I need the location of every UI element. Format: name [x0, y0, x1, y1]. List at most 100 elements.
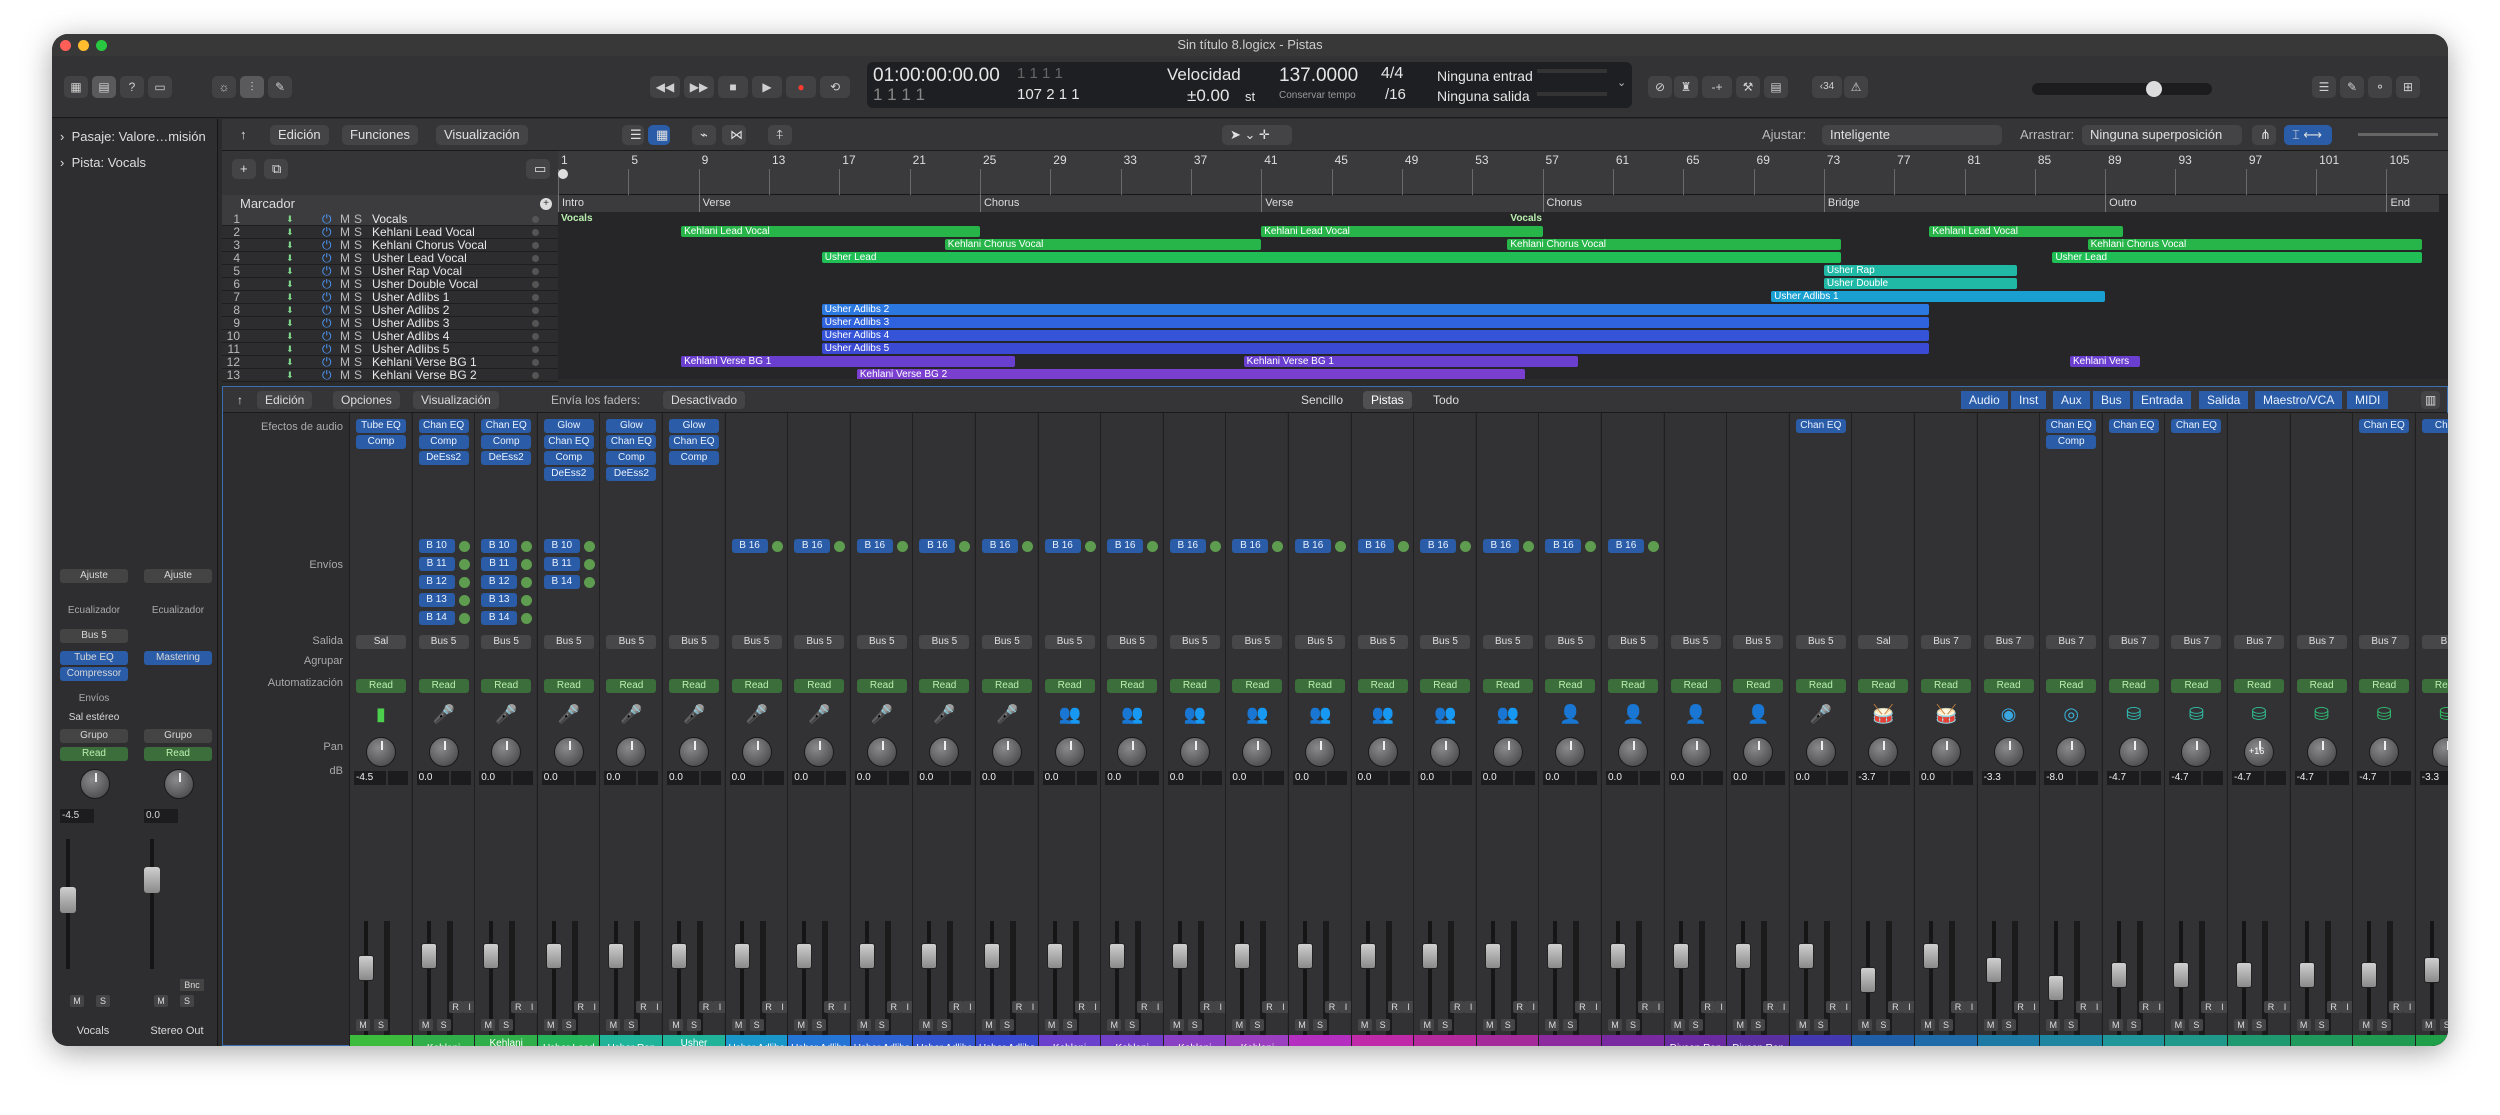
send-level-knob[interactable] [1397, 541, 1409, 552]
grid-view-icon[interactable]: ▦ [648, 125, 670, 145]
filter-salida[interactable]: Salida [2199, 391, 2249, 409]
duplicate-track-icon[interactable]: ⧉ [264, 159, 288, 179]
read-button[interactable]: R [1638, 1001, 1652, 1013]
plugin-slot[interactable]: Chan EQ [2046, 419, 2097, 433]
pan-knob[interactable] [679, 737, 709, 767]
mute-button[interactable]: M [543, 1019, 558, 1031]
volume-fader[interactable] [1234, 942, 1251, 969]
pan-knob[interactable] [1367, 737, 1398, 767]
read-button[interactable]: R [1074, 1001, 1089, 1013]
read-button[interactable]: R [2013, 1001, 2028, 1013]
output-slot[interactable]: Bus 5 [606, 635, 657, 649]
mute-button[interactable]: M [1044, 1019, 1059, 1031]
mute-button[interactable]: M [2046, 1019, 2061, 1031]
loop-browser-icon[interactable]: ⚬ [2368, 76, 2392, 98]
strip-name[interactable]: Kehlani Group BG2 [1226, 1035, 1289, 1046]
plugin-slot[interactable]: Comp [356, 435, 406, 449]
add-track-icon[interactable]: + [232, 159, 256, 179]
volume-fader[interactable] [1359, 942, 1376, 969]
solo-button[interactable]: S [2126, 1019, 2141, 1031]
view-pistas[interactable]: Pistas [1363, 391, 1412, 409]
play-icon[interactable]: ▶ [752, 76, 782, 98]
solo-button[interactable]: S [749, 1019, 764, 1031]
notepad-icon[interactable]: ✎ [2340, 76, 2364, 98]
mute-right[interactable]: M [154, 995, 168, 1007]
output-slot[interactable]: Bus 7 [1921, 635, 1971, 649]
volume-db[interactable]: 0.0 [854, 771, 887, 785]
filter-aux[interactable]: Aux [2053, 391, 2090, 409]
pan-knob[interactable] [1492, 737, 1523, 767]
solo-left[interactable]: S [96, 995, 110, 1007]
volume-fader[interactable] [1672, 942, 1689, 969]
volume-db[interactable]: -4.7 [2106, 771, 2139, 785]
output-slot[interactable]: Bus 5 [1357, 635, 1408, 649]
automation-mode[interactable]: Read [794, 679, 845, 693]
volume-db[interactable]: -8.0 [2044, 771, 2077, 785]
arrange-area[interactable]: Intro Verse Chorus Verse Chorus Bridge Outro En… [558, 195, 2448, 379]
pan-knob[interactable] [804, 737, 835, 767]
send-slot[interactable]: B 14 [481, 611, 518, 625]
plugin-slot[interactable]: Comp [481, 435, 532, 449]
pan-knob[interactable] [2118, 737, 2149, 767]
eq-left[interactable]: Ecualizador [60, 605, 128, 616]
volume-db[interactable]: 0.0 [1793, 771, 1826, 785]
volume-db[interactable]: 0.0 [729, 771, 762, 785]
read-button[interactable]: R [1888, 1001, 1903, 1013]
mute-button[interactable]: M [1169, 1019, 1184, 1031]
solo-button[interactable]: S [2439, 1019, 2448, 1031]
filter-maestrovca[interactable]: Maestro/VCA [2255, 391, 2343, 409]
automation-mode[interactable]: Read [731, 679, 782, 693]
tools-icon[interactable]: ⚒ [1736, 76, 1760, 98]
pan-knob-left[interactable] [80, 769, 110, 799]
read-button[interactable]: R [699, 1001, 713, 1013]
record-enable-button[interactable] [532, 307, 539, 314]
output-label[interactable]: Sal estéreo [60, 711, 128, 725]
output-slot[interactable]: Bus 5 [481, 635, 532, 649]
output-slot[interactable]: Bus 5 [1420, 635, 1471, 649]
output-slot[interactable]: Bus 5 [1107, 635, 1158, 649]
region[interactable]: Kehlani Chorus Vocal [1507, 239, 1842, 250]
inspector-region[interactable]: › Pasaje: Valore…misión [60, 129, 206, 144]
zoom-window-button[interactable] [96, 40, 107, 51]
volume-db[interactable]: 0.0 [1543, 771, 1576, 785]
list-editors-icon[interactable]: ☰ [2312, 76, 2336, 98]
volume-db[interactable]: 0.0 [1919, 771, 1951, 785]
send-level-knob[interactable] [583, 541, 595, 552]
plugin-slot[interactable]: Chan EQ [2171, 419, 2222, 433]
region[interactable]: Usher Adlibs 1 [1771, 291, 2106, 302]
up-arrow-icon[interactable]: ↑ [229, 391, 251, 409]
automation-mode[interactable]: Read [356, 679, 406, 693]
solo-button[interactable]: S [2314, 1019, 2329, 1031]
volume-fader[interactable] [858, 942, 875, 969]
send-level-knob[interactable] [834, 541, 846, 552]
volume-db[interactable]: -4.7 [2294, 771, 2327, 785]
pan-knob[interactable] [866, 737, 897, 767]
pan-knob[interactable]: +16 [2244, 737, 2274, 767]
send-slot[interactable]: B 16 [1357, 539, 1394, 553]
volume-db[interactable]: 0.0 [416, 771, 449, 785]
strip-name[interactable]: Usher BG 1 [1289, 1035, 1351, 1046]
mute-button[interactable]: M [1983, 1019, 1998, 1031]
volume-fader[interactable] [1797, 942, 1814, 969]
mixer-edit-menu[interactable]: Edición [257, 391, 313, 409]
send-slot[interactable]: B 16 [856, 539, 893, 553]
pan-knob[interactable] [2056, 737, 2087, 767]
pan-knob[interactable] [366, 737, 396, 767]
strip-name[interactable]: Kehlani Chorus Vocal [475, 1035, 538, 1046]
read-button[interactable]: R [1951, 1001, 1965, 1013]
send-level-knob[interactable] [959, 541, 971, 552]
automation-mode[interactable]: Read [1608, 679, 1658, 693]
plugin-slot[interactable]: Chan [2421, 419, 2448, 433]
up-arrow-icon[interactable]: ↑ [232, 125, 255, 145]
list-view-icon[interactable]: ☰ [622, 125, 644, 145]
plugin-slot[interactable]: DeEss2 [481, 451, 532, 465]
volume-fader[interactable] [1860, 966, 1877, 993]
volume-fader[interactable] [2423, 957, 2440, 983]
view-sencillo[interactable]: Sencillo [1293, 391, 1351, 409]
solo-button[interactable]: S [1375, 1019, 1390, 1031]
volume-db[interactable]: 0.0 [604, 771, 637, 785]
send-slot[interactable]: B 10 [418, 539, 455, 553]
output-slot[interactable]: Bus 5 [1482, 635, 1533, 649]
strip-name[interactable]: Dixson Rap Layer [1727, 1035, 1790, 1046]
region[interactable]: Vocals [1507, 213, 1542, 224]
